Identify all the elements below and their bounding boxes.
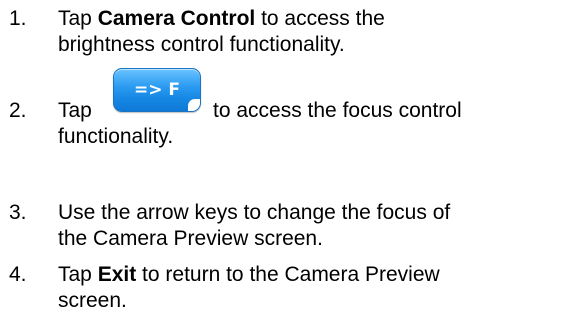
instruction-document: 1. Tap Camera Control to access the brig… <box>0 0 561 335</box>
step-line-1: Tap => F to access the focus control <box>58 68 558 124</box>
step-post-text: to return to the Camera Preview <box>136 263 440 286</box>
step-number: 4. <box>9 263 27 286</box>
step-pre-text: Tap <box>58 99 92 122</box>
step-line-2: functionality. <box>58 125 174 148</box>
step-number: 3. <box>9 201 27 224</box>
step-text: Use the arrow keys to change the focus o… <box>58 200 558 252</box>
step-line-1: Use the arrow keys to change the focus o… <box>58 201 451 224</box>
step-text: Tap => F to access the focus control fun… <box>58 68 558 150</box>
focus-mode-button[interactable]: => F <box>113 68 201 112</box>
step-pre-text: Tap <box>58 263 98 286</box>
step-post-text: to access the focus control <box>213 99 462 122</box>
exit-label: Exit <box>97 263 137 286</box>
step-pre-text: Tap <box>58 7 98 30</box>
step-line-2: screen. <box>58 289 127 312</box>
step-line-2: the Camera Preview screen. <box>58 227 323 250</box>
step-post-text: to access the <box>255 7 385 30</box>
step-text: Tap Camera Control to access the brightn… <box>58 6 558 58</box>
step-line-1: Tap Camera Control to access the <box>58 6 558 32</box>
step-line-1: Tap Exit to return to the Camera Preview <box>58 262 558 288</box>
camera-control-label: Camera Control <box>97 7 256 30</box>
step-line-2: brightness control functionality. <box>58 33 345 56</box>
step-text: Tap Exit to return to the Camera Preview… <box>58 262 558 314</box>
step-number: 1. <box>9 7 27 30</box>
step-number: 2. <box>9 99 27 122</box>
